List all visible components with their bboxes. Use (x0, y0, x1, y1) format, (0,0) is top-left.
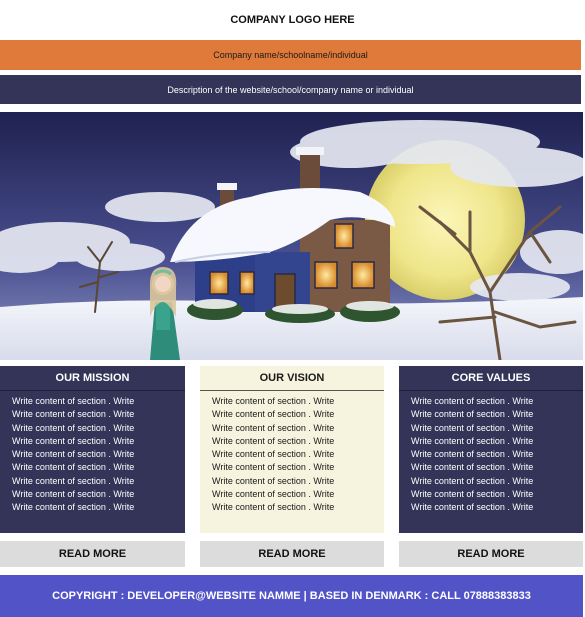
content-line: Write content of section . Write (212, 462, 335, 473)
content-line: Write content of section . Write (12, 422, 135, 433)
content-line: Write content of section . Write (12, 396, 135, 406)
content-line: Write content of section . Write (212, 449, 335, 460)
company-logo[interactable]: COMPANY LOGO HERE (0, 0, 585, 40)
content-line: Write content of section . Write (411, 449, 534, 460)
content-line: Write content of section . Write (212, 502, 335, 513)
content-line: Write content of section . Write (12, 409, 135, 420)
content-line: Write content of section . Write (212, 422, 335, 433)
content-line: Write content of section . Write (12, 489, 135, 500)
content-line: Write content of section . Write (12, 435, 135, 446)
mission-panel: OUR MISSION Write content of section . W… (0, 366, 185, 533)
content-line: Write content of section . Write (12, 449, 135, 460)
vision-panel: OUR VISION Write content of section . Wr… (200, 366, 384, 533)
core-values-content: Write content of section . Write Write c… (399, 391, 583, 515)
content-line: Write content of section . Write (12, 462, 135, 473)
content-line: Write content of section . Write (411, 409, 534, 420)
content-line: Write content of section . Write (212, 435, 335, 446)
content-line: Write content of section . Write (12, 475, 135, 486)
description-banner: Description of the website/school/compan… (0, 75, 581, 104)
content-line: Write content of section . Write (411, 396, 534, 406)
mission-content: Write content of section . Write Write c… (0, 391, 185, 515)
core-values-title: CORE VALUES (399, 366, 583, 391)
core-values-panel: CORE VALUES Write content of section . W… (399, 366, 583, 533)
footer: COPYRIGHT : DEVELOPER@WEBSITE NAMME | BA… (0, 575, 583, 617)
core-values-read-more-button[interactable]: READ MORE (399, 541, 583, 567)
copyright-text: COPYRIGHT : DEVELOPER@WEBSITE NAMME | BA… (52, 590, 531, 602)
content-line: Write content of section . Write (212, 475, 335, 486)
vision-title: OUR VISION (200, 366, 384, 391)
content-line: Write content of section . Write (411, 502, 534, 513)
content-line: Write content of section . Write (411, 422, 534, 433)
winter-cottage-illustration (0, 112, 583, 360)
content-line: Write content of section . Write (212, 409, 335, 420)
mission-title: OUR MISSION (0, 366, 185, 391)
content-line: Write content of section . Write (212, 489, 335, 500)
vision-content: Write content of section . Write Write c… (200, 391, 384, 515)
vision-read-more-button[interactable]: READ MORE (200, 541, 384, 567)
content-line: Write content of section . Write (212, 396, 335, 406)
company-name-banner: Company name/schoolname/individual (0, 40, 581, 70)
content-line: Write content of section . Write (411, 475, 534, 486)
content-line: Write content of section . Write (411, 462, 534, 473)
content-line: Write content of section . Write (411, 489, 534, 500)
mission-read-more-button[interactable]: READ MORE (0, 541, 185, 567)
content-line: Write content of section . Write (12, 502, 135, 513)
content-line: Write content of section . Write (411, 435, 534, 446)
hero-image (0, 112, 583, 360)
